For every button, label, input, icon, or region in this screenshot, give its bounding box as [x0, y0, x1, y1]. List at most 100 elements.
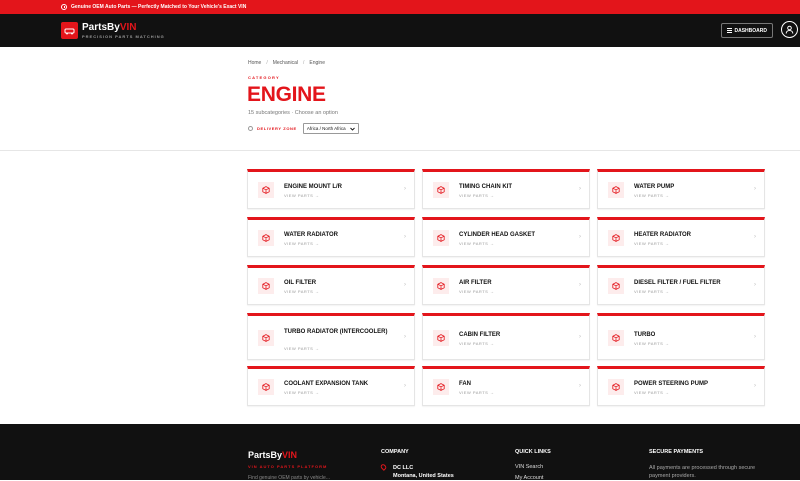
subcategory-name: DIESEL FILTER / FUEL FILTER	[634, 280, 721, 286]
view-parts-link[interactable]: VIEW PARTS →	[634, 390, 669, 395]
box-icon	[608, 182, 624, 198]
site-header: PartsByVIN PRECISION PARTS MATCHING DASH…	[0, 14, 800, 47]
menu-icon	[726, 27, 732, 34]
footer-link-my-account[interactable]: My Account	[515, 475, 543, 481]
box-icon	[608, 278, 624, 294]
chevron-right-icon: ›	[754, 282, 756, 288]
chevron-right-icon: ›	[579, 333, 581, 340]
subcategory-card[interactable]: ENGINE MOUNT L/R VIEW PARTS → ›	[247, 169, 415, 209]
brand-name: PartsBy	[82, 21, 120, 33]
box-icon	[608, 230, 624, 246]
subcategory-name: TURBO RADIATOR (INTERCOOLER)	[284, 328, 388, 335]
breadcrumb-home[interactable]: Home	[248, 60, 261, 66]
category-label: CATEGORY	[248, 75, 280, 80]
logo[interactable]: PartsByVIN PRECISION PARTS MATCHING	[61, 22, 165, 39]
subcategory-name: COOLANT EXPANSION TANK	[284, 381, 369, 387]
subcategory-card[interactable]: WATER PUMP VIEW PARTS → ›	[597, 169, 765, 209]
subcategory-card[interactable]: TIMING CHAIN KIT VIEW PARTS → ›	[422, 169, 590, 209]
view-parts-link[interactable]: VIEW PARTS →	[459, 241, 494, 246]
view-parts-link[interactable]: VIEW PARTS →	[634, 193, 669, 198]
view-parts-link[interactable]: VIEW PARTS →	[459, 390, 494, 395]
view-parts-link[interactable]: VIEW PARTS →	[284, 193, 319, 198]
view-parts-link[interactable]: VIEW PARTS →	[634, 341, 669, 346]
chevron-right-icon: ›	[404, 282, 406, 288]
delivery-zone: DELIVERY ZONE Africa / North Africa	[248, 123, 359, 134]
footer-link-vin-search[interactable]: VIN Search	[515, 464, 543, 470]
subcategory-name: OIL FILTER	[284, 280, 317, 286]
chevron-right-icon: ›	[579, 282, 581, 288]
view-parts-link[interactable]: VIEW PARTS →	[459, 341, 494, 346]
box-icon	[258, 182, 274, 198]
chevron-right-icon: ›	[404, 186, 406, 192]
subcategory-name: TIMING CHAIN KIT	[459, 184, 512, 190]
box-icon	[433, 329, 449, 346]
subcategory-card[interactable]: TURBO VIEW PARTS → ›	[597, 313, 765, 360]
brand-name-accent: VIN	[119, 21, 137, 33]
subcategory-name: CYLINDER HEAD GASKET	[459, 232, 536, 238]
subcategory-card[interactable]: AIR FILTER VIEW PARTS → ›	[422, 265, 590, 305]
subcategory-card[interactable]: COOLANT EXPANSION TANK VIEW PARTS → ›	[247, 366, 415, 406]
breadcrumb-current: Engine	[309, 60, 325, 66]
subcategory-name: AIR FILTER	[459, 280, 492, 286]
subcategory-name: ENGINE MOUNT L/R	[284, 184, 342, 190]
breadcrumb: Home / Mechanical / Engine	[248, 60, 325, 66]
user-icon	[785, 25, 794, 34]
box-icon	[258, 278, 274, 294]
breadcrumb-mechanical[interactable]: Mechanical	[273, 60, 298, 66]
footer-company-location: Montana, United States	[393, 473, 454, 479]
box-icon	[258, 329, 274, 346]
footer-brand-accent: VIN	[282, 450, 298, 460]
car-logo-icon	[61, 22, 78, 39]
footer-payments-heading: SECURE PAYMENTS	[649, 449, 704, 455]
announcement-bar: Genuine OEM Auto Parts — Perfectly Match…	[0, 0, 800, 14]
footer-description: Find genuine OEM parts by vehicle...	[248, 475, 330, 481]
view-parts-link[interactable]: VIEW PARTS →	[284, 346, 319, 351]
view-parts-link[interactable]: VIEW PARTS →	[284, 289, 319, 294]
view-parts-link[interactable]: VIEW PARTS →	[284, 241, 319, 246]
subcategory-card[interactable]: FAN VIEW PARTS → ›	[422, 366, 590, 406]
box-icon	[433, 379, 449, 395]
category-intro: Home / Mechanical / Engine CATEGORY ENGI…	[0, 47, 800, 151]
chevron-right-icon: ›	[404, 234, 406, 240]
subcategory-name: WATER RADIATOR	[284, 232, 338, 238]
box-icon	[433, 230, 449, 246]
dashboard-button[interactable]: DASHBOARD	[720, 23, 773, 38]
box-icon	[608, 379, 624, 395]
subcategory-card[interactable]: HEATER RADIATOR VIEW PARTS → ›	[597, 217, 765, 257]
subcategory-card[interactable]: TURBO RADIATOR (INTERCOOLER) VIEW PARTS →…	[247, 313, 415, 360]
subcategory-card[interactable]: OIL FILTER VIEW PARTS → ›	[247, 265, 415, 305]
subcategory-card[interactable]: CYLINDER HEAD GASKET VIEW PARTS → ›	[422, 217, 590, 257]
view-parts-link[interactable]: VIEW PARTS →	[284, 390, 319, 395]
delivery-zone-select[interactable]: Africa / North Africa	[302, 123, 359, 134]
subcategory-card[interactable]: CABIN FILTER VIEW PARTS → ›	[422, 313, 590, 360]
subcategory-card[interactable]: POWER STEERING PUMP VIEW PARTS → ›	[597, 366, 765, 406]
view-parts-link[interactable]: VIEW PARTS →	[459, 289, 494, 294]
box-icon	[433, 182, 449, 198]
page-subtitle: 15 subcategories · Choose an option	[248, 110, 338, 116]
view-parts-link[interactable]: VIEW PARTS →	[459, 193, 494, 198]
subcategory-name: HEATER RADIATOR	[634, 232, 691, 238]
subcategory-name: CABIN FILTER	[459, 331, 501, 338]
chevron-right-icon: ›	[579, 186, 581, 192]
brand-tagline: PRECISION PARTS MATCHING	[82, 33, 165, 39]
breadcrumb-separator: /	[303, 60, 305, 66]
subcategory-card[interactable]: WATER RADIATOR VIEW PARTS → ›	[247, 217, 415, 257]
view-parts-link[interactable]: VIEW PARTS →	[634, 241, 669, 246]
box-icon	[258, 230, 274, 246]
breadcrumb-separator: /	[266, 60, 268, 66]
box-icon	[608, 329, 624, 346]
chevron-right-icon: ›	[579, 383, 581, 389]
chevron-right-icon: ›	[404, 383, 406, 389]
chevron-right-icon: ›	[404, 333, 406, 340]
subcategory-card[interactable]: DIESEL FILTER / FUEL FILTER VIEW PARTS → ›	[597, 265, 765, 305]
subcategory-name: WATER PUMP	[634, 184, 675, 190]
delivery-zone-value: Africa / North Africa	[306, 126, 346, 131]
footer-links-heading: QUICK LINKS	[515, 449, 551, 455]
dashboard-label: DASHBOARD	[734, 27, 768, 34]
footer-company-heading: COMPANY	[381, 449, 409, 455]
user-account-button[interactable]	[781, 21, 798, 38]
footer-brand-name: PartsBy	[248, 450, 283, 460]
view-parts-link[interactable]: VIEW PARTS →	[634, 289, 669, 294]
box-icon	[258, 379, 274, 395]
footer-logo[interactable]: PartsByVIN	[248, 450, 297, 460]
